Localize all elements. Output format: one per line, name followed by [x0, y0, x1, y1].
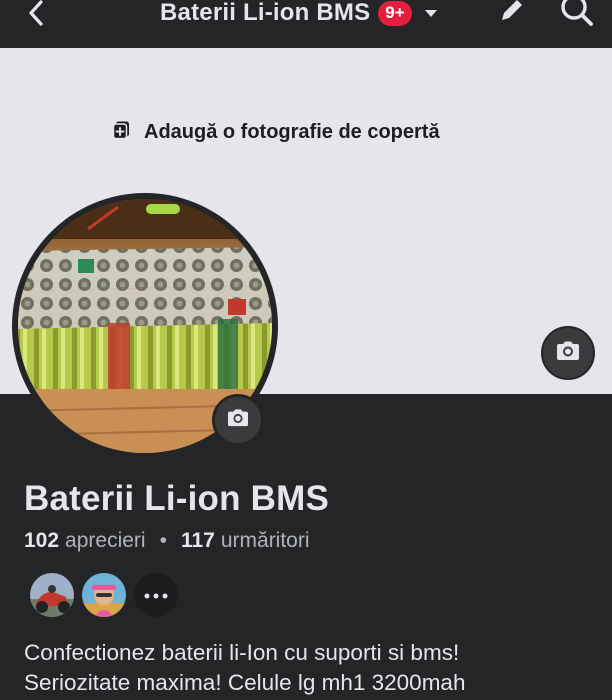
follower-avatar[interactable]	[28, 571, 76, 619]
follower-avatar[interactable]	[80, 571, 128, 619]
likes-count: 102	[24, 529, 60, 552]
cover-camera-button[interactable]	[541, 326, 595, 380]
profile-bio: Confectionez baterii li-Ion cu suporti s…	[24, 638, 604, 698]
follower-avatars	[28, 571, 180, 621]
back-button[interactable]	[18, 0, 54, 30]
add-cover-photo-label: Adaugă o fotografie de copertă	[144, 120, 440, 143]
add-cover-photo-button[interactable]: Adaugă o fotografie de copertă	[112, 119, 440, 145]
notification-badge: 9+	[378, 0, 412, 26]
page-title: Baterii Li-ion BMS	[160, 0, 371, 26]
followers-count: 117	[180, 529, 215, 552]
page-switcher[interactable]: Baterii Li-ion BMS 9+	[160, 0, 442, 28]
top-bar: Baterii Li-ion BMS 9+	[0, 0, 612, 48]
profile-name: Baterii Li-ion BMS	[24, 479, 329, 518]
bio-line: Confectionez baterii li-Ion cu suporti s…	[24, 640, 460, 665]
add-photo-icon	[112, 120, 132, 145]
camera-icon	[226, 408, 250, 433]
more-followers-button[interactable]	[132, 571, 180, 619]
more-dots-icon	[144, 586, 168, 604]
likes-stat[interactable]: 102 aprecieri	[24, 529, 146, 553]
camera-icon	[555, 340, 581, 367]
followers-stat[interactable]: 117 urmăritori	[181, 529, 310, 553]
edit-button[interactable]	[492, 0, 532, 30]
profile-camera-button[interactable]	[212, 394, 264, 446]
search-button[interactable]	[556, 0, 598, 32]
likes-label: aprecieri	[65, 529, 146, 552]
bio-line: Seriozitate maxima! Celule lg mh1 3200ma…	[24, 670, 466, 695]
stats-separator: •	[159, 529, 167, 552]
profile-stats: 102 aprecieri • 117 urmăritori	[24, 529, 310, 553]
followers-label: urmăritori	[220, 529, 310, 552]
pencil-icon	[497, 0, 527, 30]
chevron-left-icon	[26, 0, 46, 32]
caret-down-icon	[420, 2, 442, 24]
search-icon	[559, 0, 595, 34]
